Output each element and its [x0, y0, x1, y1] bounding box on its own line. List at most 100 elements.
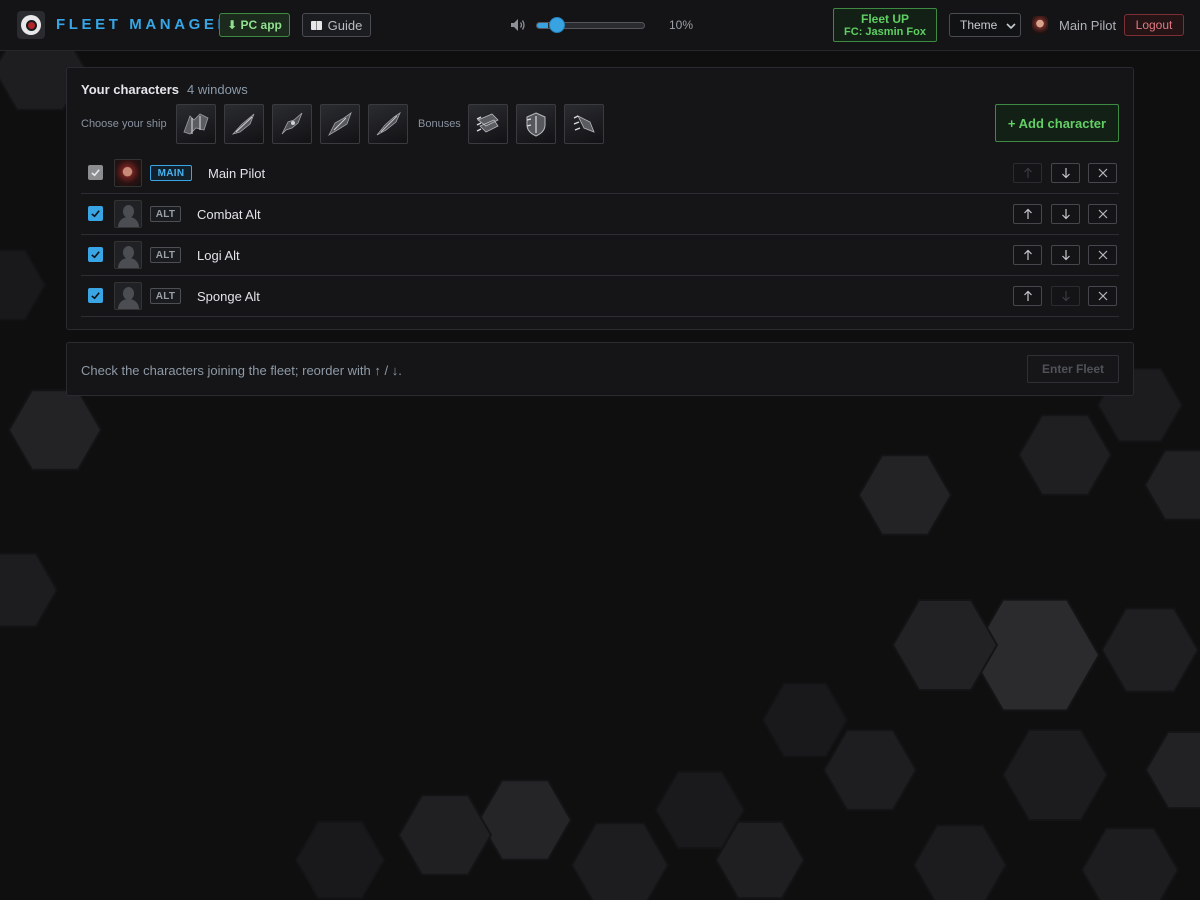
characters-panel: Your characters 4 windows Choose your sh… — [66, 67, 1134, 330]
book-icon — [310, 20, 322, 30]
user-name[interactable]: Main Pilot — [1059, 18, 1116, 33]
alt-tag: ALT — [150, 206, 181, 222]
close-icon — [1098, 291, 1107, 301]
join-checkbox[interactable] — [88, 206, 103, 221]
arrow-up-icon — [1023, 249, 1032, 260]
theme-select-value: Theme — [960, 18, 998, 32]
character-name: Logi Alt — [197, 248, 240, 263]
logout-button[interactable]: Logout — [1124, 14, 1184, 36]
volume-slider-thumb[interactable] — [549, 17, 566, 33]
arrow-down-icon — [1061, 250, 1070, 261]
pc-app-download-button[interactable]: ⬇ PC app — [219, 13, 290, 37]
guide-button[interactable]: Guide — [302, 13, 371, 37]
checkmark-icon — [91, 251, 100, 259]
hex-decoration — [891, 599, 999, 691]
user-avatar[interactable] — [1032, 16, 1048, 34]
app-logo-icon[interactable] — [17, 11, 45, 39]
join-checkbox[interactable] — [88, 288, 103, 303]
character-portrait — [114, 159, 142, 187]
join-checkbox[interactable] — [88, 247, 103, 262]
bonus-2-icon[interactable] — [516, 104, 556, 144]
move-down-button[interactable] — [1051, 286, 1080, 306]
move-down-button[interactable] — [1051, 163, 1080, 183]
move-down-button[interactable] — [1051, 204, 1080, 224]
ship-4-icon[interactable] — [320, 104, 360, 144]
hex-decoration — [570, 822, 670, 900]
brand-title: FLEET MANAGER — [56, 16, 232, 33]
character-portrait — [114, 282, 142, 310]
character-row-alt: ALT Sponge Alt — [81, 276, 1119, 317]
hex-decoration — [1017, 414, 1113, 496]
ship-5-icon[interactable] — [368, 104, 408, 144]
bonuses-label: Bonuses — [418, 118, 461, 130]
character-row-alt: ALT Combat Alt — [81, 194, 1119, 235]
chevron-down-icon — [1006, 23, 1016, 30]
character-name: Combat Alt — [197, 207, 261, 222]
checkmark-icon — [91, 169, 100, 177]
guide-label: Guide — [327, 17, 363, 33]
ship-3-icon[interactable] — [272, 104, 312, 144]
bonus-3-icon[interactable] — [564, 104, 604, 144]
character-portrait — [114, 241, 142, 269]
hex-decoration — [1001, 729, 1109, 821]
move-down-button[interactable] — [1051, 245, 1080, 265]
hex-decoration — [477, 779, 573, 861]
fleet-status-badge[interactable]: Fleet UP FC: Jasmin Fox — [833, 8, 937, 42]
fleet-status-title: Fleet UP — [860, 12, 909, 26]
add-character-button[interactable]: + Add character — [995, 104, 1119, 142]
top-navbar: FLEET MANAGER ⬇ PC app Guide 10% Fleet U… — [0, 0, 1200, 51]
hex-decoration — [294, 820, 386, 900]
arrow-down-icon — [1061, 209, 1070, 220]
remove-character-button[interactable] — [1088, 163, 1117, 183]
remove-character-button[interactable] — [1088, 204, 1117, 224]
character-name: Sponge Alt — [197, 289, 260, 304]
move-up-button[interactable] — [1013, 163, 1042, 183]
join-fleet-panel: Check the characters joining the fleet; … — [66, 342, 1134, 396]
speaker-icon[interactable] — [510, 18, 526, 32]
character-row-main: MAIN Main Pilot — [81, 153, 1119, 194]
ship-2-icon[interactable] — [224, 104, 264, 144]
hex-decoration — [822, 729, 918, 811]
character-list: MAIN Main Pilot ALT Combat Alt ALT Logi … — [81, 153, 1119, 317]
close-icon — [1098, 250, 1107, 260]
alt-tag: ALT — [150, 247, 181, 263]
arrow-down-icon — [1061, 291, 1070, 302]
join-checkbox[interactable] — [88, 165, 103, 180]
arrow-up-icon — [1023, 167, 1032, 178]
character-row-alt: ALT Logi Alt — [81, 235, 1119, 276]
arrow-up-icon — [1023, 290, 1032, 301]
bonus-1-icon[interactable] — [468, 104, 508, 144]
character-portrait — [114, 200, 142, 228]
hex-decoration — [761, 682, 849, 758]
hex-decoration — [1100, 607, 1200, 693]
hex-decoration — [912, 824, 1008, 900]
hex-decoration — [1144, 730, 1200, 810]
hex-decoration — [1143, 449, 1200, 521]
hex-decoration — [7, 389, 103, 471]
fleet-commander: FC: Jasmin Fox — [844, 26, 926, 38]
remove-character-button[interactable] — [1088, 245, 1117, 265]
close-icon — [1098, 168, 1107, 178]
hex-decoration — [857, 454, 953, 536]
move-up-button[interactable] — [1013, 245, 1042, 265]
arrow-up-icon — [1023, 208, 1032, 219]
checkmark-icon — [91, 210, 100, 218]
close-icon — [1098, 209, 1107, 219]
arrow-down-icon — [1061, 168, 1070, 179]
remove-character-button[interactable] — [1088, 286, 1117, 306]
panel-title: Your characters — [81, 82, 180, 97]
volume-slider-fill — [537, 23, 548, 28]
hex-decoration — [397, 794, 493, 876]
ship-1-icon[interactable] — [176, 104, 216, 144]
choose-ship-label: Choose your ship — [81, 118, 167, 130]
enter-fleet-button[interactable]: Enter Fleet — [1027, 355, 1119, 383]
window-count: 4 windows — [187, 82, 248, 97]
hex-decoration — [1080, 827, 1180, 900]
theme-select[interactable]: Theme — [949, 13, 1021, 37]
move-up-button[interactable] — [1013, 204, 1042, 224]
hex-decoration — [0, 552, 59, 628]
hex-decoration — [0, 249, 47, 321]
main-tag: MAIN — [150, 165, 192, 181]
character-name: Main Pilot — [208, 166, 266, 181]
move-up-button[interactable] — [1013, 286, 1042, 306]
